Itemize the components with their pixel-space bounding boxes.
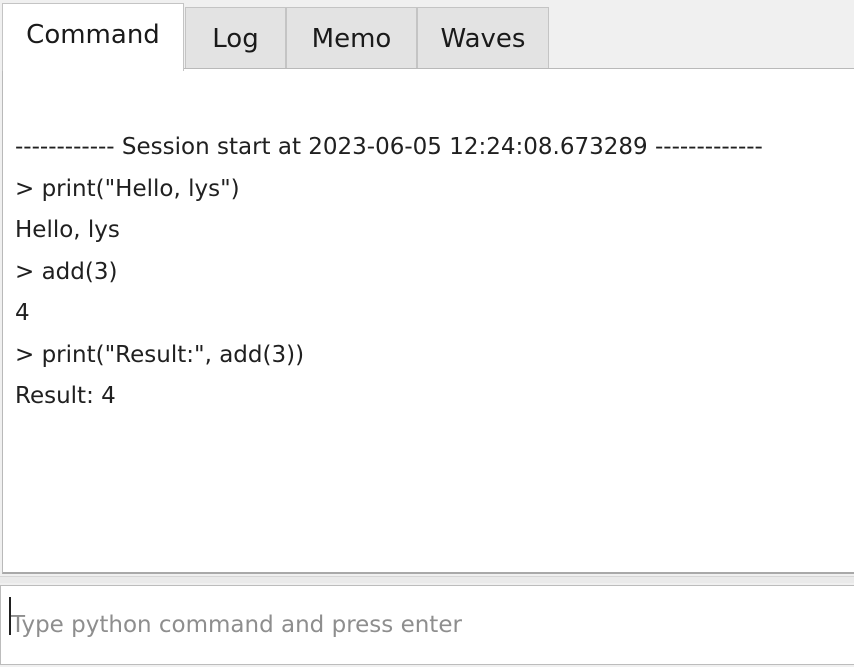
console-input-line: > print("Result:", add(3)) — [15, 341, 305, 368]
console-output-lines: ------------ Session start at 2023-06-05… — [15, 127, 763, 418]
console-input-line: > add(3) — [15, 258, 118, 285]
console-output-panel[interactable]: ------------ Session start at 2023-06-05… — [2, 68, 854, 574]
python-console-window: Command Log Memo Waves ------------ Sess… — [0, 0, 854, 667]
command-input[interactable] — [0, 585, 854, 665]
tab-waves[interactable]: Waves — [417, 7, 549, 69]
panel-splitter-handle[interactable] — [0, 576, 854, 583]
session-start-line: ------------ Session start at 2023-06-05… — [15, 134, 763, 160]
console-result-line: 4 — [15, 300, 30, 326]
tab-bar: Command Log Memo Waves — [0, 0, 854, 71]
tab-command-label: Command — [26, 19, 160, 50]
tab-command[interactable]: Command — [2, 3, 184, 71]
console-result-line: Result: 4 — [15, 383, 116, 409]
tab-log-label: Log — [212, 23, 259, 54]
tab-memo[interactable]: Memo — [286, 7, 417, 69]
console-result-line: Hello, lys — [15, 217, 120, 243]
tab-memo-label: Memo — [311, 23, 392, 54]
console-input-line: > print("Hello, lys") — [15, 175, 240, 202]
tab-waves-label: Waves — [440, 23, 526, 54]
tab-log[interactable]: Log — [185, 7, 286, 69]
